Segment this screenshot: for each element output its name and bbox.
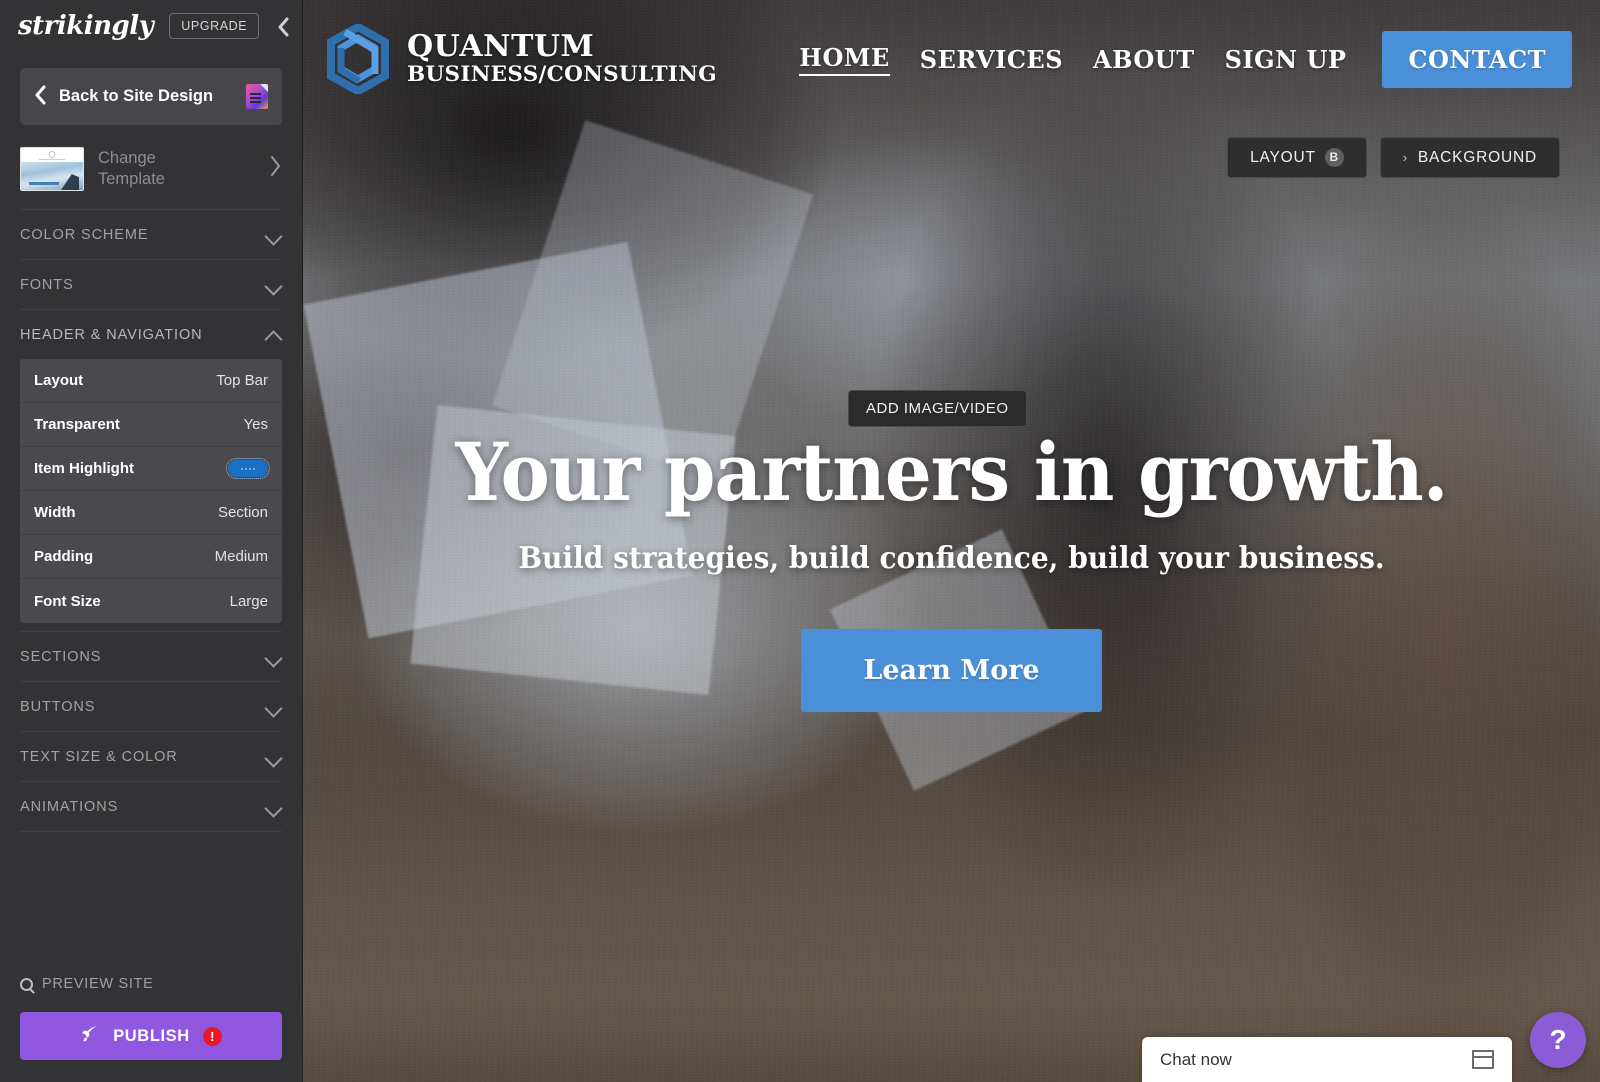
thumbnail-nav-line: [39, 159, 65, 160]
strikingly-logo[interactable]: strikingly: [18, 11, 154, 41]
upgrade-button[interactable]: UPGRADE: [169, 13, 260, 39]
option-key-font-size: Font Size: [34, 592, 101, 610]
thumbnail-accent-bar: [29, 182, 59, 185]
option-row-width[interactable]: Width Section: [20, 491, 282, 535]
chevron-down-icon: [267, 802, 282, 811]
add-image-video-button[interactable]: ADD IMAGE/VIDEO: [848, 390, 1027, 427]
change-template-line1: Change: [98, 149, 156, 168]
option-key-item-highlight: Item Highlight: [34, 460, 134, 477]
search-icon: [20, 977, 33, 991]
chevron-up-icon: [267, 330, 282, 339]
sidebar-section-animations[interactable]: ANIMATIONS: [20, 781, 282, 831]
site-header: QUANTUM BUSINESS/CONSULTING HOME SERVICE…: [303, 0, 1600, 118]
layout-button[interactable]: LAYOUT B: [1227, 137, 1367, 178]
header-navigation-options: Layout Top Bar Transparent Yes Item High…: [20, 359, 282, 623]
help-button[interactable]: ?: [1530, 1012, 1586, 1068]
chevron-right-icon: ›: [1402, 150, 1408, 165]
background-label: BACKGROUND: [1417, 148, 1537, 166]
layout-label: LAYOUT: [1250, 148, 1316, 166]
nav-item-sign-up[interactable]: SIGN UP: [1225, 45, 1347, 74]
publish-button[interactable]: PUBLISH !: [20, 1012, 282, 1060]
site-navigation: HOME SERVICES ABOUT SIGN UP CONTACT: [799, 30, 1572, 88]
chevron-down-icon: [267, 652, 282, 661]
minimize-window-icon[interactable]: [1472, 1050, 1494, 1069]
section-label-text-size-color: TEXT SIZE & COLOR: [20, 748, 178, 765]
option-key-padding: Padding: [34, 548, 94, 565]
sidebar-topbar: strikingly UPGRADE: [0, 0, 302, 52]
chat-widget-bar[interactable]: Chat now: [1142, 1037, 1512, 1082]
option-key-transparent: Transparent: [34, 416, 120, 433]
chat-now-label: Chat now: [1160, 1049, 1232, 1069]
back-to-site-design-label: Back to Site Design: [59, 87, 214, 105]
option-row-font-size[interactable]: Font Size Large: [20, 579, 282, 623]
change-template-line2: Template: [98, 170, 165, 188]
site-logo[interactable]: QUANTUM BUSINESS/CONSULTING: [325, 22, 717, 96]
contact-button[interactable]: CONTACT: [1382, 30, 1572, 88]
sidebar-section-fonts[interactable]: FONTS: [20, 259, 282, 309]
preview-site-label: PREVIEW SITE: [42, 976, 154, 992]
section-label-color-scheme: COLOR SCHEME: [20, 226, 149, 243]
publish-label: PUBLISH: [113, 1026, 190, 1045]
quantum-hexagon-logo-icon: [325, 22, 391, 96]
preview-site-button[interactable]: PREVIEW SITE: [0, 966, 302, 1002]
collapse-sidebar-icon[interactable]: [272, 14, 294, 40]
thumbnail-logo-dot: [48, 151, 56, 158]
option-key-layout: Layout: [34, 372, 84, 389]
option-row-layout[interactable]: Layout Top Bar: [20, 359, 282, 403]
option-value-transparent: Yes: [243, 416, 268, 433]
chevron-left-icon: [34, 85, 47, 109]
site-preview-canvas: QUANTUM BUSINESS/CONSULTING HOME SERVICE…: [303, 0, 1600, 1082]
section-label-animations: ANIMATIONS: [20, 798, 119, 815]
section-label-buttons: BUTTONS: [20, 698, 96, 715]
chevron-down-icon: [267, 280, 282, 289]
option-row-padding[interactable]: Padding Medium: [20, 535, 282, 579]
chevron-down-icon: [267, 752, 282, 761]
section-label-header-navigation: HEADER & NAVIGATION: [20, 326, 203, 343]
background-button[interactable]: › BACKGROUND: [1379, 137, 1560, 178]
nav-item-about[interactable]: ABOUT: [1093, 45, 1195, 74]
template-thumbnail: [20, 147, 84, 191]
section-label-fonts: FONTS: [20, 276, 74, 293]
sidebar-section-header-navigation[interactable]: HEADER & NAVIGATION: [20, 309, 282, 359]
hero-headline[interactable]: Your partners in growth.: [355, 430, 1548, 514]
change-template-row[interactable]: Change Template: [0, 125, 302, 209]
nav-item-home[interactable]: HOME: [799, 43, 890, 76]
chevron-down-icon: [267, 230, 282, 239]
learn-more-button[interactable]: Learn More: [801, 629, 1102, 712]
page-document-icon: [246, 84, 268, 109]
sidebar-section-text-size-color[interactable]: TEXT SIZE & COLOR: [20, 731, 282, 781]
chevron-right-icon: [268, 155, 282, 183]
option-value-width: Section: [217, 504, 268, 521]
design-sidebar: strikingly UPGRADE Back to Site Design C…: [0, 0, 303, 1082]
option-value-layout: Top Bar: [216, 372, 268, 389]
logo-title-line1: QUANTUM: [407, 29, 595, 65]
rocket-icon: [80, 1024, 100, 1049]
change-template-label: Change Template: [98, 148, 254, 189]
logo-title-line2: BUSINESS/CONSULTING: [407, 61, 717, 87]
chevron-down-icon: [267, 702, 282, 711]
publish-alert-badge: !: [202, 1026, 222, 1046]
option-value-padding: Medium: [214, 548, 268, 565]
sidebar-section-buttons[interactable]: BUTTONS: [20, 681, 282, 731]
sidebar-section-sections[interactable]: SECTIONS: [20, 631, 282, 681]
hero-subheadline[interactable]: Build strategies, build confidence, buil…: [335, 540, 1567, 575]
editor-overlay-controls: LAYOUT B › BACKGROUND: [1227, 137, 1560, 178]
option-value-font-size: Large: [229, 592, 268, 610]
site-logo-text: QUANTUM BUSINESS/CONSULTING: [407, 31, 717, 86]
option-key-width: Width: [34, 504, 76, 521]
item-highlight-toggle[interactable]: [226, 458, 270, 479]
sidebar-section-color-scheme[interactable]: COLOR SCHEME: [20, 209, 282, 259]
hero-section: Your partners in growth. Build strategie…: [303, 430, 1600, 712]
layout-shortcut-badge: B: [1324, 148, 1344, 167]
section-label-sections: SECTIONS: [20, 648, 102, 665]
editor-app: strikingly UPGRADE Back to Site Design C…: [0, 0, 1600, 1082]
back-to-site-design-button[interactable]: Back to Site Design: [20, 68, 282, 125]
nav-item-services[interactable]: SERVICES: [920, 45, 1063, 74]
option-row-item-highlight[interactable]: Item Highlight: [20, 447, 282, 491]
option-row-transparent[interactable]: Transparent Yes: [20, 403, 282, 447]
